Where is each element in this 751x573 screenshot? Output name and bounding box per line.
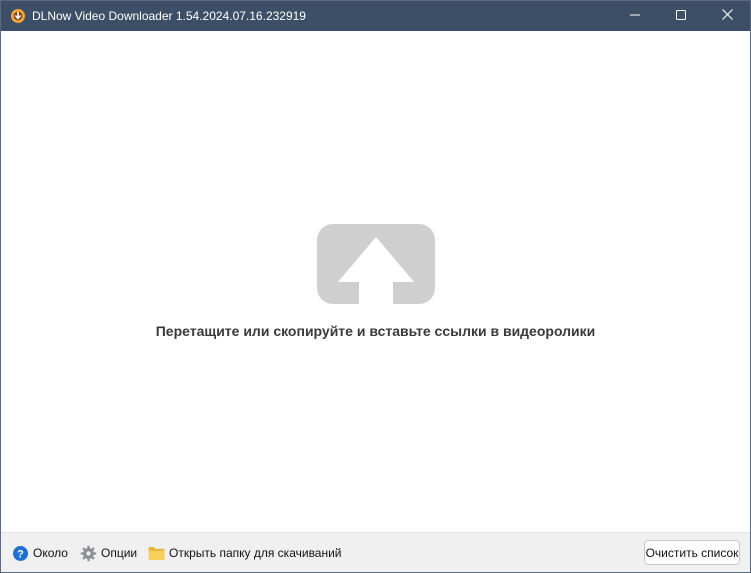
drop-instructions: Перетащите или скопируйте и вставьте ссы… xyxy=(155,323,596,339)
about-button[interactable]: ? Около xyxy=(12,543,68,563)
maximize-icon xyxy=(676,7,686,25)
app-window: DLNow Video Downloader 1.54.2024.07.16.2… xyxy=(0,0,751,573)
window-controls xyxy=(612,1,750,31)
open-folder-label: Открыть папку для скачиваний xyxy=(169,546,342,560)
drop-area[interactable]: Перетащите или скопируйте и вставьте ссы… xyxy=(1,31,750,532)
upload-arrow-icon xyxy=(317,224,435,304)
window-title: DLNow Video Downloader 1.54.2024.07.16.2… xyxy=(32,9,306,23)
minimize-button[interactable] xyxy=(612,1,658,31)
about-label: Около xyxy=(33,546,68,560)
options-button[interactable]: Опции xyxy=(80,543,137,563)
clear-list-button[interactable]: Очистить список xyxy=(644,540,740,565)
bottom-toolbar: ? Около Опции Открыть папку для скачиван… xyxy=(1,532,750,572)
app-logo-icon xyxy=(10,8,26,24)
close-button[interactable] xyxy=(704,1,750,31)
title-bar[interactable]: DLNow Video Downloader 1.54.2024.07.16.2… xyxy=(1,1,750,31)
minimize-icon xyxy=(630,7,640,25)
folder-icon xyxy=(148,545,165,562)
help-icon: ? xyxy=(12,545,29,562)
options-label: Опции xyxy=(101,546,138,560)
close-icon xyxy=(721,7,733,25)
open-download-folder-button[interactable]: Открыть папку для скачиваний xyxy=(148,543,342,563)
maximize-button[interactable] xyxy=(658,1,704,31)
gear-icon xyxy=(80,545,97,562)
svg-text:?: ? xyxy=(17,548,24,560)
